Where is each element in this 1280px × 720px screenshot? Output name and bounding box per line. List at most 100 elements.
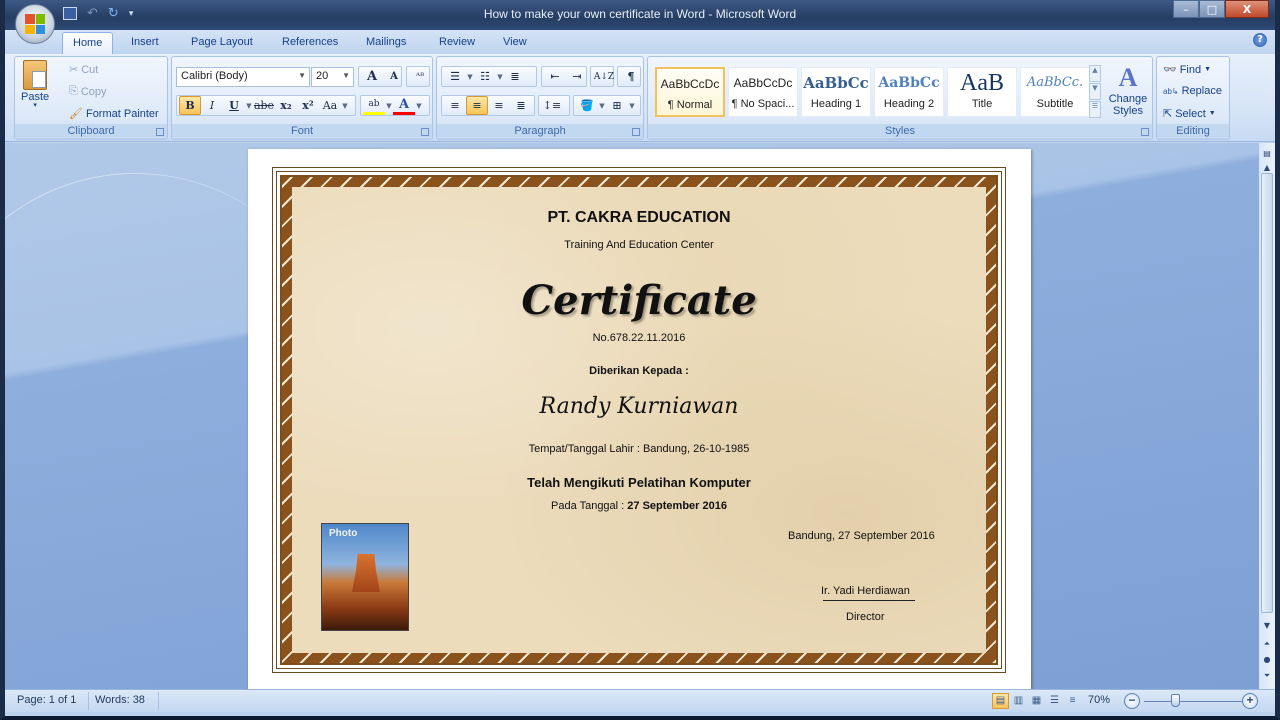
sort-button[interactable]: A↓Z: [590, 66, 614, 87]
tab-home[interactable]: Home: [62, 32, 114, 54]
clipboard-dialog-launcher[interactable]: [156, 128, 164, 136]
paragraph-dialog-launcher[interactable]: [632, 128, 640, 136]
scroll-down-arrow[interactable]: ▼: [1261, 621, 1273, 634]
photo-label: Photo: [329, 528, 358, 539]
change-case-button[interactable]: Aa: [319, 96, 341, 115]
tab-references[interactable]: References: [272, 32, 348, 54]
highlight-button[interactable]: ab: [363, 96, 385, 115]
show-marks-button[interactable]: ¶: [617, 66, 641, 87]
shading-button[interactable]: 🪣: [576, 96, 598, 115]
style-preview: AaBbCcDc: [660, 77, 720, 91]
justify-button[interactable]: ≣: [510, 96, 532, 115]
style-title[interactable]: AaB Title: [947, 67, 1017, 117]
minimize-button[interactable]: –: [1173, 0, 1199, 18]
tab-insert[interactable]: Insert: [121, 32, 169, 54]
bold-button[interactable]: B: [179, 96, 201, 115]
cut-button[interactable]: ✂ Cut: [69, 63, 98, 77]
maximize-button[interactable]: □: [1199, 0, 1225, 18]
print-layout-view-button[interactable]: ▤: [992, 693, 1009, 709]
font-name-select[interactable]: Calibri (Body) ▼: [176, 67, 310, 87]
clear-formatting-button[interactable]: ᴬᴮ: [406, 66, 430, 87]
style-heading-2[interactable]: AaBbCc Heading 2: [874, 67, 944, 117]
font-dialog-launcher[interactable]: [421, 128, 429, 136]
styles-more[interactable]: ☰: [1089, 101, 1101, 118]
tab-page-layout[interactable]: Page Layout: [181, 32, 263, 54]
zoom-in-button[interactable]: +: [1242, 693, 1258, 709]
select-browse-object-icon[interactable]: ●: [1261, 655, 1273, 668]
help-icon[interactable]: ?: [1253, 33, 1267, 47]
multilevel-list-button[interactable]: ≣: [504, 67, 526, 86]
style-heading-1[interactable]: AaBbCc Heading 1: [801, 67, 871, 117]
document-page[interactable]: PT. CAKRA EDUCATION Training And Educati…: [248, 149, 1031, 689]
paste-button[interactable]: Paste ▾: [21, 60, 49, 109]
bullets-button[interactable]: ☰: [444, 67, 466, 86]
chevron-down-icon[interactable]: ▼: [245, 96, 253, 115]
next-page-icon[interactable]: ⏷: [1261, 671, 1273, 684]
font-color-button[interactable]: A: [393, 96, 415, 115]
align-right-button[interactable]: ≡: [488, 96, 510, 115]
numbering-button[interactable]: ☷: [474, 67, 496, 86]
borders-button[interactable]: ⊞: [606, 96, 628, 115]
format-painter-button[interactable]: 🖌 Format Painter: [69, 107, 159, 121]
chevron-down-icon[interactable]: ▼: [496, 67, 504, 86]
grow-font-button[interactable]: A: [361, 67, 383, 86]
window-controls: – □ X: [1173, 0, 1269, 18]
change-styles-button[interactable]: A Change Styles: [1106, 63, 1150, 117]
zoom-slider-thumb[interactable]: [1171, 694, 1180, 707]
draft-view-button[interactable]: ≡: [1064, 693, 1081, 709]
pilcrow-icon: ¶: [627, 70, 635, 83]
tab-mailings[interactable]: Mailings: [356, 32, 416, 54]
align-center-button[interactable]: ≡: [466, 96, 488, 115]
styles-dialog-launcher[interactable]: [1141, 128, 1149, 136]
zoom-level[interactable]: 70%: [1088, 694, 1110, 706]
shrink-font-button[interactable]: A: [383, 67, 405, 86]
align-left-button[interactable]: ≡: [444, 96, 466, 115]
tab-review[interactable]: Review: [429, 32, 485, 54]
office-button[interactable]: [15, 4, 55, 44]
style-no-spacing[interactable]: AaBbCcDc ¶ No Spaci...: [728, 67, 798, 117]
date-value: 27 September 2016: [627, 500, 727, 512]
select-button[interactable]: ⇱ Select ▼: [1163, 107, 1216, 121]
decrease-indent-button[interactable]: ⇤: [544, 67, 566, 86]
styles-scroll-up[interactable]: ▲: [1089, 65, 1101, 82]
chevron-down-icon[interactable]: ▼: [598, 96, 606, 115]
find-button[interactable]: 👓 Find ▼: [1163, 63, 1211, 77]
zoom-out-button[interactable]: −: [1124, 693, 1140, 709]
italic-button[interactable]: I: [201, 96, 223, 115]
increase-indent-button[interactable]: ⇥: [566, 67, 588, 86]
page-count[interactable]: Page: 1 of 1: [17, 694, 76, 706]
vertical-scrollbar[interactable]: ▤ ▲ ▼ ⏶ ● ⏷: [1259, 143, 1275, 689]
strikethrough-button[interactable]: abe: [253, 96, 275, 115]
copy-button[interactable]: ⎘ Copy: [69, 85, 107, 98]
styles-group: AaBbCcDc ¶ Normal AaBbCcDc ¶ No Spaci...…: [647, 56, 1153, 140]
chevron-down-icon[interactable]: ▼: [385, 96, 393, 115]
tab-view[interactable]: View: [493, 32, 537, 54]
chevron-down-icon[interactable]: ▼: [415, 96, 423, 115]
style-subtitle[interactable]: AaBbCc. Subtitle: [1020, 67, 1090, 117]
chevron-down-icon[interactable]: ▼: [341, 96, 349, 115]
word-count[interactable]: Words: 38: [95, 694, 145, 706]
clipboard-group: Paste ▾ ✂ Cut ⎘ Copy 🖌 Format Painter Cl…: [14, 56, 168, 140]
superscript-button[interactable]: x²: [297, 96, 319, 115]
full-screen-reading-view-button[interactable]: ▥: [1010, 693, 1027, 709]
status-bar: Page: 1 of 1 Words: 38 ▤ ▥ ▦ ☰ ≡ 70% − +: [5, 689, 1275, 712]
subscript-button[interactable]: x₂: [275, 96, 297, 115]
signer-name: Ir. Yadi Herdiawan: [821, 585, 910, 597]
previous-page-icon[interactable]: ⏶: [1261, 639, 1273, 652]
font-size-select[interactable]: 20 ▼: [311, 67, 354, 87]
replace-button[interactable]: ab↳ Replace: [1163, 85, 1222, 97]
scrollbar-thumb[interactable]: [1261, 173, 1273, 613]
outline-view-button[interactable]: ☰: [1046, 693, 1063, 709]
ruler-toggle-icon[interactable]: ▤: [1261, 149, 1273, 162]
chevron-down-icon[interactable]: ▼: [466, 67, 474, 86]
close-button[interactable]: X: [1225, 0, 1269, 18]
paragraph-group-label: Paragraph: [437, 124, 643, 139]
web-layout-view-button[interactable]: ▦: [1028, 693, 1045, 709]
underline-button[interactable]: U: [223, 96, 245, 115]
chevron-down-icon[interactable]: ▼: [628, 96, 636, 115]
style-normal[interactable]: AaBbCcDc ¶ Normal: [655, 67, 725, 117]
line-spacing-button[interactable]: ↕≡: [538, 95, 570, 116]
styles-scroll-down[interactable]: ▼: [1089, 83, 1101, 100]
zoom-slider-track[interactable]: [1144, 701, 1242, 702]
recipient-photo[interactable]: Photo: [321, 523, 409, 631]
